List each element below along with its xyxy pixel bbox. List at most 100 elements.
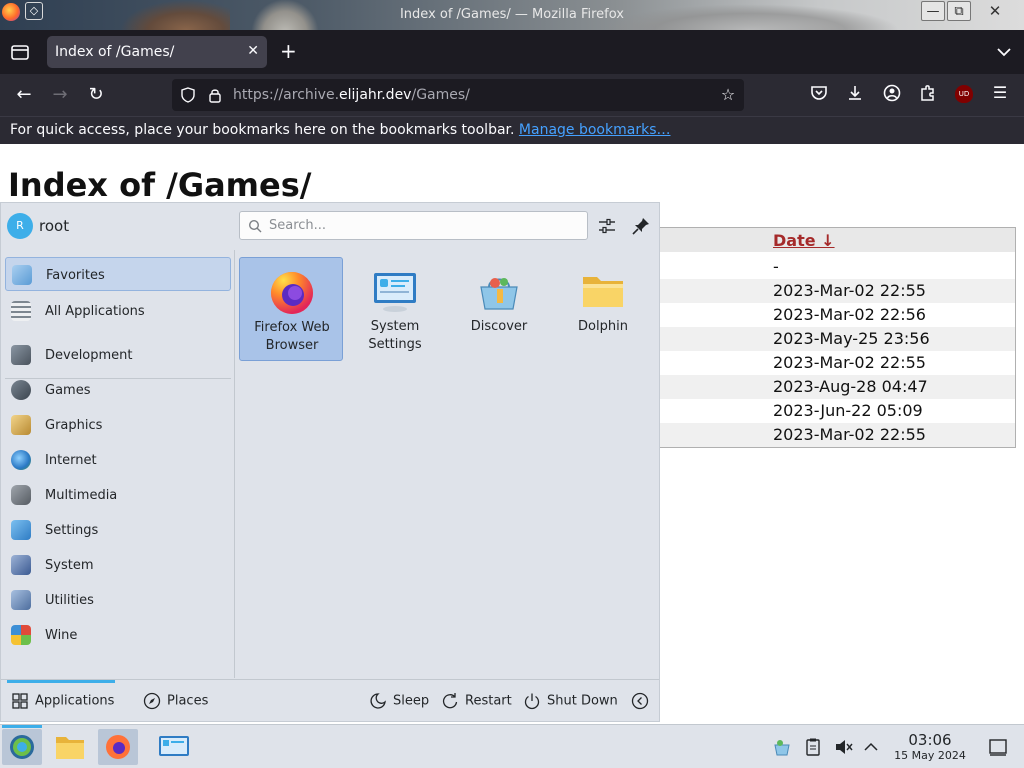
tracking-protection-icon[interactable] <box>180 87 196 103</box>
app-menu-icon[interactable]: ☰ <box>990 83 1010 103</box>
system-settings-icon <box>374 273 416 312</box>
graphics-icon <box>11 415 31 435</box>
manage-bookmarks-link[interactable]: Manage bookmarks… <box>519 122 671 138</box>
shutdown-button[interactable]: Shut Down <box>523 692 618 712</box>
internet-icon <box>11 450 31 470</box>
downloads-icon[interactable] <box>845 83 865 103</box>
configure-icon[interactable] <box>597 216 617 236</box>
list-all-tabs-icon[interactable] <box>994 42 1014 62</box>
category-internet[interactable]: Internet <box>5 443 231 477</box>
row-date: 2023-May-25 23:56 <box>773 329 930 348</box>
tab-strip: Index of /Games/ ✕ + <box>0 30 1024 74</box>
shutdown-label: Shut Down <box>547 693 618 709</box>
restart-button[interactable]: Restart <box>441 692 512 712</box>
app-label: Firefox Web Browser <box>254 320 330 353</box>
category-all-applications[interactable]: All Applications <box>5 294 231 328</box>
show-hidden-icons-chevron-icon[interactable] <box>861 737 881 757</box>
app-dolphin[interactable]: Dolphin <box>551 257 655 361</box>
table-row[interactable]: 2023-Mar-02 22:55 <box>641 351 1015 375</box>
url-bar[interactable]: https://archive.elijahr.dev/Games/ ☆ <box>172 79 744 111</box>
folder-icon <box>56 737 84 759</box>
firefox-icon <box>271 272 313 314</box>
table-row[interactable]: 2023-Aug-28 04:47 <box>641 375 1015 399</box>
bookmarks-toolbar: For quick access, place your bookmarks h… <box>0 116 1024 144</box>
system-icon <box>11 555 31 575</box>
new-tab-button[interactable]: + <box>280 40 297 62</box>
leave-more-button[interactable] <box>631 692 655 712</box>
application-launcher-button[interactable] <box>2 725 42 765</box>
close-window-button[interactable]: ✕ <box>983 1 1007 21</box>
launcher-search-field[interactable]: Search... <box>239 211 588 240</box>
reload-button[interactable]: ↻ <box>85 84 107 106</box>
date-column-header[interactable]: Date ↓ <box>773 231 835 250</box>
username: root <box>39 217 70 235</box>
extensions-icon[interactable] <box>918 83 938 103</box>
application-launcher: R root Search... Favorites All Applicati… <box>0 202 660 722</box>
taskbar-dolphin[interactable] <box>50 729 90 765</box>
taskbar-system-settings[interactable] <box>154 729 194 765</box>
navigation-toolbar: ← → ↻ https://archive.elijahr.dev/Games/… <box>0 74 1024 116</box>
category-multimedia[interactable]: Multimedia <box>5 478 231 512</box>
table-row[interactable]: 2023-Mar-02 22:55 <box>641 423 1015 447</box>
category-utilities[interactable]: Utilities <box>5 583 231 617</box>
category-label: Favorites <box>46 268 105 283</box>
search-placeholder: Search... <box>269 218 327 233</box>
page-heading: Index of /Games/ <box>8 166 312 204</box>
applications-tab[interactable]: Applications <box>11 692 114 712</box>
tab-active[interactable]: Index of /Games/ ✕ <box>47 36 267 68</box>
account-icon[interactable] <box>882 83 902 103</box>
category-favorites[interactable]: Favorites <box>5 257 231 291</box>
category-label: Internet <box>45 453 97 468</box>
launcher-category-sidebar: Favorites All Applications Development G… <box>1 250 235 678</box>
app-label: Discover <box>470 319 528 334</box>
launcher-app-grid: Firefox Web Browser System Settings Disc… <box>237 250 659 678</box>
user-avatar[interactable]: R <box>7 213 33 239</box>
category-settings[interactable]: Settings <box>5 513 231 547</box>
window-titlebar[interactable]: ◇ Index of /Games/ — Mozilla Firefox — ⧉… <box>0 0 1024 30</box>
show-desktop-icon[interactable] <box>988 737 1008 757</box>
firefox-view-icon[interactable] <box>10 42 30 62</box>
table-header: Date ↓ <box>641 228 1015 252</box>
category-system[interactable]: System <box>5 548 231 582</box>
row-date: 2023-Mar-02 22:55 <box>773 281 926 300</box>
sleep-label: Sleep <box>393 693 430 709</box>
pin-icon[interactable] <box>631 216 651 236</box>
category-wine[interactable]: Wine <box>5 618 231 652</box>
forward-button[interactable]: → <box>49 84 71 106</box>
back-button[interactable]: ← <box>13 84 35 106</box>
games-icon <box>11 380 31 400</box>
volume-muted-icon[interactable] <box>833 737 853 757</box>
tab-close-icon[interactable]: ✕ <box>247 43 259 59</box>
taskbar-firefox[interactable] <box>98 729 138 765</box>
row-date: 2023-Aug-28 04:47 <box>773 377 928 396</box>
pocket-icon[interactable] <box>809 83 829 103</box>
table-row[interactable]: 2023-Jun-22 05:09 <box>641 399 1015 423</box>
maximize-button[interactable]: ⧉ <box>947 1 971 21</box>
lock-icon[interactable] <box>207 87 223 103</box>
table-row[interactable]: 2023-Mar-02 22:56 <box>641 303 1015 327</box>
digital-clock[interactable]: 03:06 15 May 2024 <box>888 731 972 762</box>
category-label: System <box>45 558 94 573</box>
clipboard-icon[interactable] <box>803 737 823 757</box>
minimize-button[interactable]: — <box>921 1 945 21</box>
system-settings-icon <box>159 736 189 756</box>
discover-notifier-icon[interactable] <box>772 737 792 757</box>
category-graphics[interactable]: Graphics <box>5 408 231 442</box>
table-row[interactable]: 2023-Mar-02 22:55 <box>641 279 1015 303</box>
sleep-button[interactable]: Sleep <box>369 692 429 712</box>
launcher-header: R root Search... <box>1 203 659 249</box>
table-row[interactable]: 2023-May-25 23:56 <box>641 327 1015 351</box>
app-firefox[interactable]: Firefox Web Browser <box>239 257 343 361</box>
category-games[interactable]: Games <box>5 373 231 407</box>
category-development[interactable]: Development <box>5 338 231 372</box>
wine-icon <box>11 625 31 645</box>
places-tab[interactable]: Places <box>143 692 208 712</box>
bookmarks-empty-message: For quick access, place your bookmarks h… <box>10 122 671 138</box>
launcher-footer: Applications Places Sleep Restart Shut D… <box>1 679 659 721</box>
app-system-settings[interactable]: System Settings <box>343 257 447 361</box>
table-row[interactable]: - <box>641 255 1015 279</box>
app-discover[interactable]: Discover <box>447 257 551 361</box>
url-text[interactable]: https://archive.elijahr.dev/Games/ <box>233 87 470 103</box>
ublock-origin-icon[interactable]: UD <box>955 85 973 103</box>
bookmark-star-icon[interactable]: ☆ <box>718 85 738 105</box>
